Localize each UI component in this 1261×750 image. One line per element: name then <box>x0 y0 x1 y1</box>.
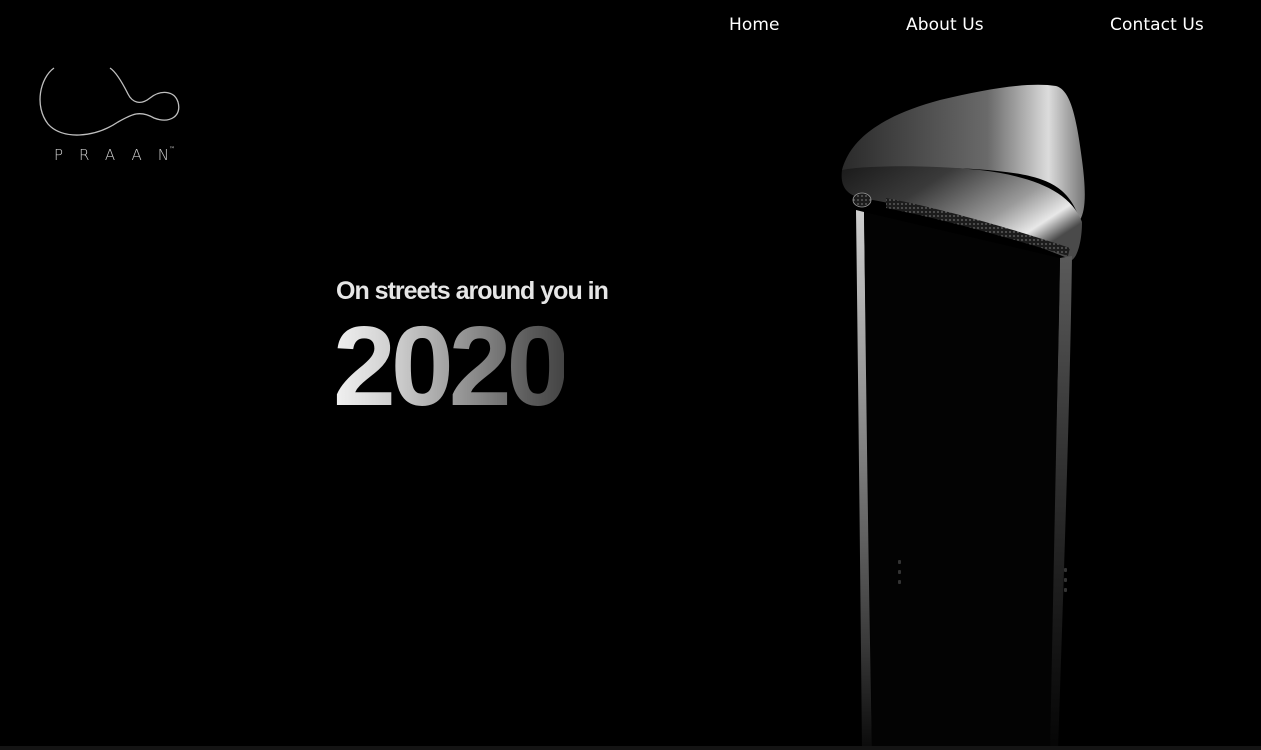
top-nav: Home About Us Contact Us <box>0 0 1261 52</box>
nav-about-link[interactable]: About Us <box>906 15 984 35</box>
page: Home About Us Contact Us PRAAN ™ On stre… <box>0 0 1261 750</box>
hero-year: 2020 <box>333 303 569 429</box>
logo-trademark: ™ <box>169 146 175 153</box>
praan-logo-icon <box>39 67 180 136</box>
nav-home-link[interactable]: Home <box>729 15 780 35</box>
nav-contact-link[interactable]: Contact Us <box>1110 15 1204 35</box>
praan-logo[interactable]: PRAAN ™ <box>36 64 186 168</box>
logo-wordmark: PRAAN <box>54 146 186 164</box>
hero-tagline: On streets around you in <box>336 277 609 305</box>
air-purifier-tower-image <box>820 70 1120 750</box>
bottom-divider <box>0 746 1261 750</box>
